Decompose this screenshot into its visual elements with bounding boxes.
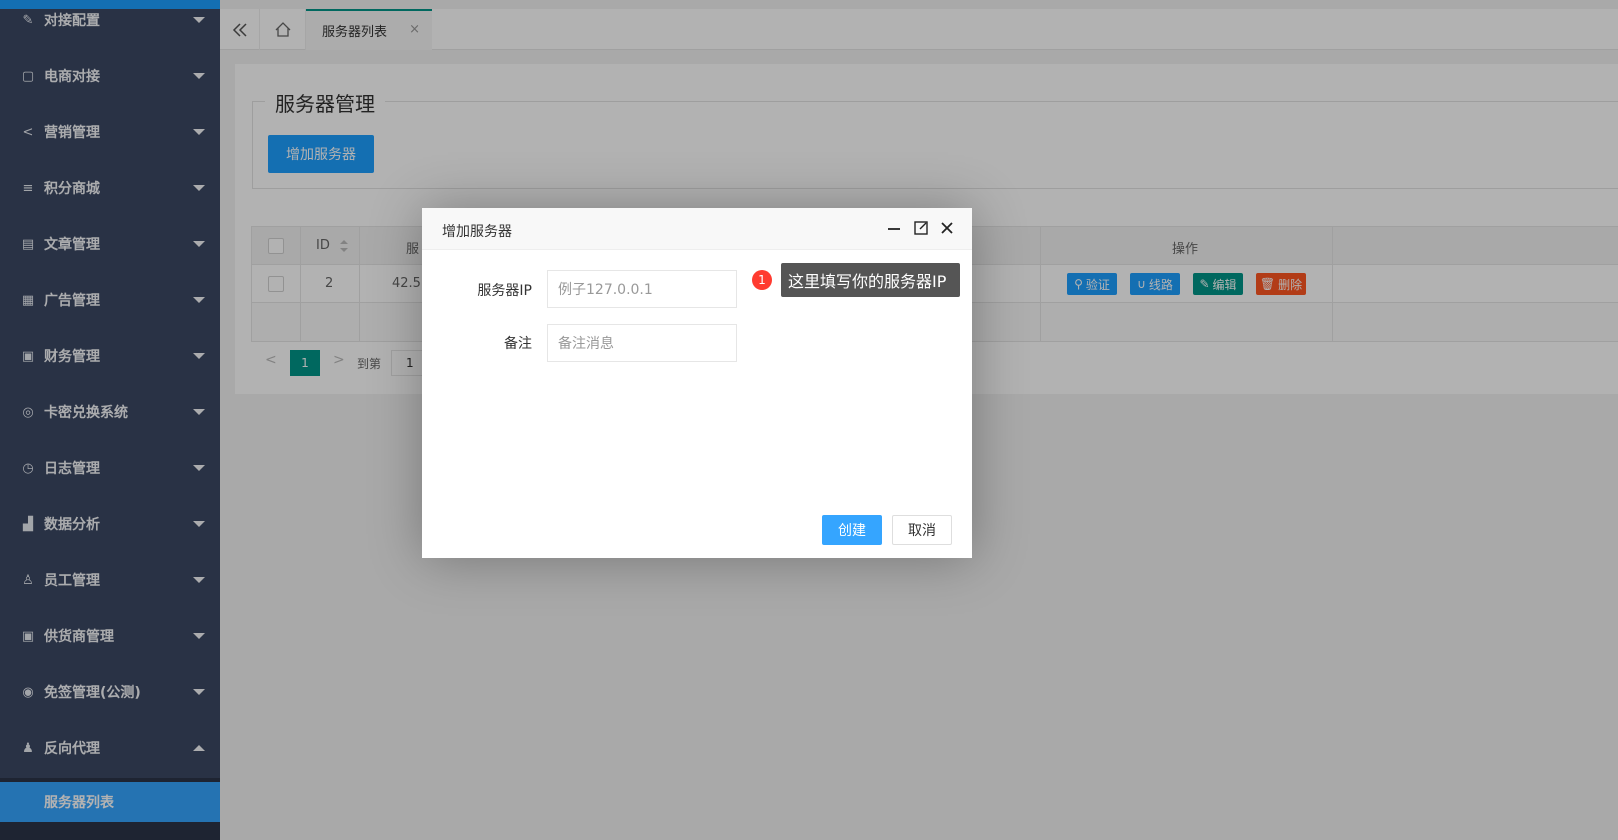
remark-input[interactable]: 备注消息 (547, 324, 737, 362)
remark-label: 备注 (504, 336, 532, 352)
tip-tooltip: 这里填写你的服务器IP (781, 263, 960, 297)
maximize-button[interactable] (911, 218, 931, 238)
modal-header: 增加服务器 (422, 208, 972, 250)
minimize-button[interactable] (884, 218, 904, 238)
tip-badge: 1 (752, 270, 772, 290)
modal-title: 增加服务器 (442, 224, 512, 240)
close-icon (941, 222, 953, 234)
close-button[interactable] (937, 218, 957, 238)
add-server-modal: 增加服务器 服务器IP 例子127.0.0.1 1 这里填写你的服务器IP 备注… (422, 208, 972, 558)
cancel-button[interactable]: 取消 (892, 515, 952, 545)
maximize-icon (914, 221, 928, 235)
minimize-icon (888, 228, 900, 230)
create-button[interactable]: 创建 (822, 515, 882, 545)
server-ip-label: 服务器IP (477, 283, 532, 299)
server-ip-input[interactable]: 例子127.0.0.1 (547, 270, 737, 308)
